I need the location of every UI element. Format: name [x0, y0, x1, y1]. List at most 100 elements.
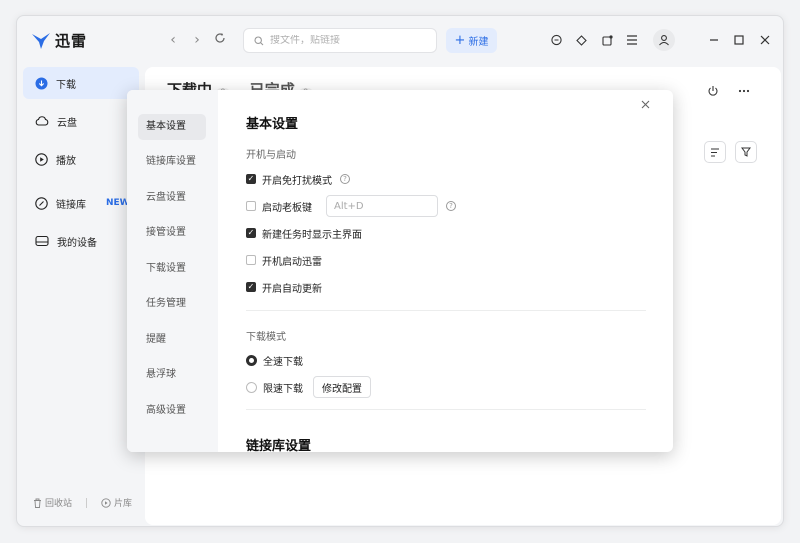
boss-key-input[interactable]: Alt+D	[326, 195, 438, 217]
next-section-title: 链接库设置	[246, 439, 312, 452]
help-icon[interactable]: ?	[340, 174, 350, 184]
settings-dialog: 基本设置 链接库设置 云盘设置 接管设置 下载设置 任务管理 提醒 悬浮球 高级…	[127, 90, 673, 452]
option-label: 开启免打扰模式	[262, 175, 332, 187]
sidebar-item-play[interactable]: 播放	[23, 143, 139, 175]
checkbox[interactable]	[246, 201, 256, 211]
sidebar-item-label: 链接库	[56, 199, 86, 211]
option-launch-on-boot[interactable]: 开机启动迅雷	[246, 251, 322, 269]
sidebar-item-label: 下载	[56, 79, 76, 91]
download-mode-title: 下载模式	[246, 332, 286, 343]
settings-nav-cloud[interactable]: 云盘设置	[138, 185, 206, 211]
search-icon	[254, 35, 264, 46]
settings-nav-reminder[interactable]: 提醒	[138, 327, 206, 353]
more-icon	[738, 89, 750, 93]
cloud-icon	[35, 115, 49, 127]
new-task-label: 新建	[468, 37, 489, 48]
sidebar-item-download[interactable]: 下载	[23, 67, 139, 99]
help-icon[interactable]: ?	[446, 201, 456, 211]
new-task-button[interactable]: + 新建	[446, 28, 497, 53]
filter-icon	[741, 147, 751, 157]
sidebar-item-link-library[interactable]: 链接库 NEW	[23, 187, 139, 219]
option-label: 开启自动更新	[262, 283, 322, 295]
checkbox[interactable]: ✓	[246, 228, 256, 238]
sidebar-item-my-devices[interactable]: 我的设备	[23, 225, 139, 257]
close-window-button[interactable]	[757, 32, 773, 48]
forward-button[interactable]: ›	[189, 32, 205, 48]
minimize-button[interactable]	[706, 32, 722, 48]
checkbox[interactable]: ✓	[246, 282, 256, 292]
settings-nav-takeover[interactable]: 接管设置	[138, 220, 206, 246]
settings-nav-task-management[interactable]: 任务管理	[138, 291, 206, 317]
library-label: 片库	[114, 499, 133, 509]
option-label: 开机启动迅雷	[262, 256, 322, 268]
app-logo: 迅雷	[31, 30, 87, 51]
user-icon	[658, 34, 670, 46]
library-link[interactable]: 片库	[101, 496, 132, 509]
section-divider	[246, 310, 646, 311]
sort-icon	[710, 147, 720, 157]
plus-icon: +	[454, 32, 466, 48]
checkbox[interactable]	[246, 255, 256, 265]
chat-bubble-icon	[550, 34, 563, 47]
settings-nav-basic[interactable]: 基本设置	[138, 114, 206, 140]
modify-config-button[interactable]: 修改配置	[313, 376, 371, 398]
back-button[interactable]: ‹	[165, 32, 181, 48]
search-input[interactable]	[270, 35, 420, 46]
power-button[interactable]	[705, 83, 721, 99]
settings-nav: 基本设置 链接库设置 云盘设置 接管设置 下载设置 任务管理 提醒 悬浮球 高级…	[127, 90, 218, 452]
maximize-icon	[734, 35, 744, 45]
minimize-icon	[709, 35, 719, 45]
filter-button[interactable]	[735, 141, 757, 163]
sync-button[interactable]	[573, 32, 589, 48]
message-button[interactable]	[548, 32, 564, 48]
settings-nav-download[interactable]: 下载设置	[138, 256, 206, 282]
plugin-button[interactable]	[599, 32, 615, 48]
puzzle-icon	[601, 34, 614, 47]
settings-nav-link-library[interactable]: 链接库设置	[138, 149, 206, 175]
app-name: 迅雷	[55, 32, 88, 50]
title-bar: 迅雷 ‹ › + 新建	[17, 16, 783, 64]
option-show-main-on-new-task[interactable]: ✓ 新建任务时显示主界面	[246, 224, 362, 242]
download-icon	[35, 77, 48, 90]
option-boss-key[interactable]: 启动老板键 Alt+D ?	[246, 195, 456, 217]
play-icon	[35, 152, 48, 166]
section-divider	[246, 409, 646, 410]
settings-nav-floating-ball[interactable]: 悬浮球	[138, 362, 206, 388]
close-icon	[760, 35, 770, 45]
option-label: 限速下载	[263, 383, 303, 395]
trash-icon	[33, 498, 42, 508]
more-button[interactable]	[736, 83, 752, 99]
recycle-bin-link[interactable]: 回收站	[33, 496, 72, 509]
refresh-icon	[214, 32, 230, 44]
user-avatar-button[interactable]	[653, 29, 675, 51]
link-icon	[35, 196, 48, 210]
checkbox[interactable]: ✓	[246, 174, 256, 184]
option-full-speed[interactable]: 全速下载	[246, 351, 303, 369]
radio-button[interactable]	[246, 381, 257, 393]
search-box[interactable]	[243, 28, 437, 53]
thunder-bird-icon	[31, 32, 51, 50]
hamburger-icon	[626, 35, 638, 45]
sync-icon	[575, 34, 588, 47]
recycle-bin-label: 回收站	[45, 499, 73, 509]
sidebar: 下载 云盘 播放 链接库 NEW 我的设备 回收站 片库	[17, 64, 143, 526]
option-limited-speed[interactable]: 限速下载 修改配置	[246, 376, 371, 398]
library-icon	[101, 497, 111, 508]
option-auto-update[interactable]: ✓ 开启自动更新	[246, 278, 322, 296]
maximize-button[interactable]	[731, 32, 747, 48]
option-do-not-disturb[interactable]: ✓ 开启免打扰模式 ?	[246, 170, 350, 188]
sidebar-item-label: 我的设备	[57, 237, 97, 249]
divider	[86, 497, 88, 508]
sidebar-bottom: 回收站 片库	[33, 496, 132, 509]
chevron-left-icon: ‹	[170, 32, 176, 48]
refresh-button[interactable]	[214, 32, 230, 48]
settings-nav-advanced[interactable]: 高级设置	[138, 398, 206, 424]
power-icon	[707, 85, 719, 97]
sidebar-item-cloud[interactable]: 云盘	[23, 105, 139, 137]
startup-group-title: 开机与启动	[246, 150, 296, 161]
menu-button[interactable]	[624, 32, 640, 48]
sort-button[interactable]	[704, 141, 726, 163]
sidebar-item-label: 播放	[56, 155, 76, 167]
radio-button[interactable]	[246, 354, 257, 366]
option-label: 全速下载	[263, 356, 303, 368]
